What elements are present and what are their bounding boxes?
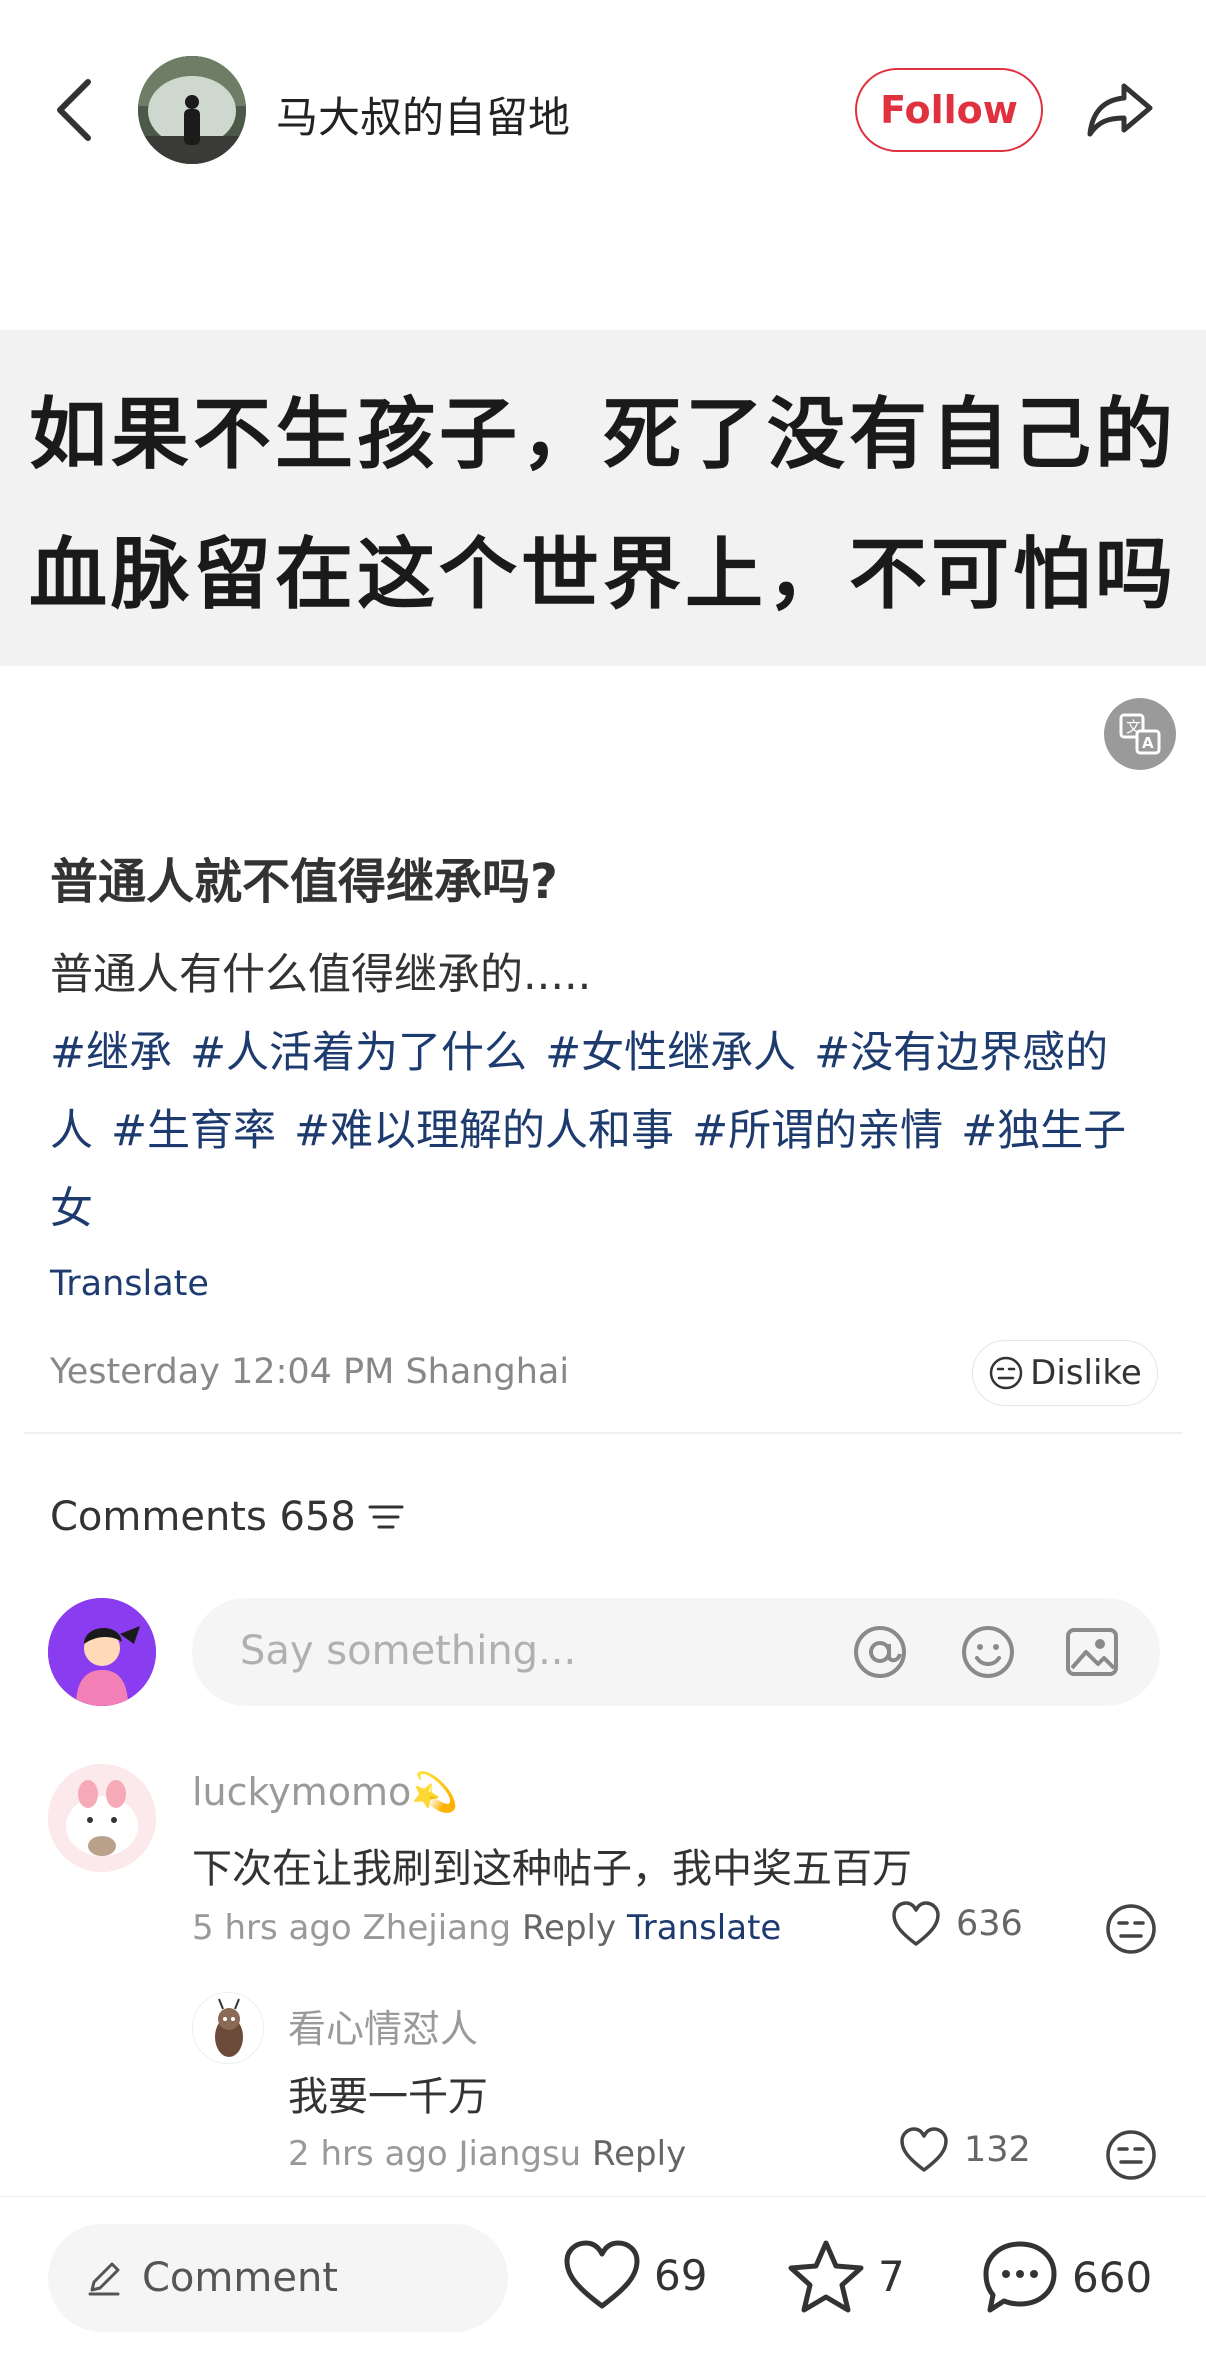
star-icon — [788, 2240, 864, 2313]
divider — [24, 1432, 1182, 1434]
post-tags: #继承 #人活着为了什么 #女性继承人 #没有边界感的人 #生育率 #难以理解的人和事 #所… — [50, 1014, 1160, 1248]
image-icon[interactable] — [1062, 1622, 1122, 1682]
translate-post-link[interactable]: Translate — [50, 1264, 209, 1304]
commenter-avatar[interactable] — [192, 1992, 264, 2064]
bottom-comment-label: Comment — [142, 2255, 338, 2301]
author-avatar[interactable] — [138, 56, 246, 164]
bottom-comment-input[interactable]: Comment — [48, 2224, 508, 2332]
post-comments-count: 660 — [1072, 2252, 1153, 2302]
reply-link[interactable]: Reply — [522, 1908, 616, 1948]
translate-image-button[interactable]: 文 A — [1104, 698, 1176, 770]
heart-icon — [892, 1901, 940, 1946]
heart-icon — [900, 2127, 948, 2172]
translate-comment-link[interactable]: Translate — [627, 1908, 781, 1948]
hashtag[interactable]: #难以理解的人和事 — [294, 1106, 674, 1156]
my-avatar-image — [48, 1598, 156, 1706]
comment-time-location: 5 hrs ago Zhejiang — [192, 1908, 512, 1948]
comments-header: Comments 658 — [50, 1494, 404, 1540]
hashtag[interactable]: #继承 — [50, 1028, 172, 1078]
post-body: 普通人有什么值得继承的..... — [50, 950, 592, 1000]
share-icon — [1087, 83, 1153, 137]
chevron-left-icon — [57, 79, 91, 141]
post-meta: Yesterday 12:04 PM Shanghai — [50, 1352, 570, 1392]
comment-like-button[interactable]: 636 — [890, 1900, 1023, 1948]
post-comments-button[interactable]: 660 — [980, 2238, 1152, 2316]
comment-like-count: 636 — [956, 1904, 1023, 1944]
comment-username[interactable]: luckymomo💫 — [192, 1770, 459, 1815]
comment-like-count: 132 — [964, 2130, 1031, 2170]
hashtag[interactable]: #人活着为了什么 — [190, 1028, 527, 1078]
comment-meta: 2 hrs ago Jiangsu Reply — [288, 2134, 686, 2174]
comment-input-placeholder: Say something... — [240, 1628, 577, 1674]
commenter-avatar-image — [193, 1993, 263, 2063]
pencil-icon — [88, 2262, 120, 2296]
post-collect-button[interactable]: 7 — [786, 2238, 905, 2314]
neutral-face-icon[interactable] — [1104, 2128, 1158, 2182]
comment-meta: 5 hrs ago Zhejiang Reply Translate — [192, 1908, 781, 1948]
author-name[interactable]: 马大叔的自留地 — [276, 84, 570, 145]
post-collect-count: 7 — [878, 2251, 905, 2301]
comment-text: 下次在让我刷到这种帖子，我中奖五百万 — [192, 1846, 912, 1892]
comments-count-label: Comments 658 — [50, 1494, 356, 1540]
author-avatar-image — [138, 56, 246, 164]
post-like-button[interactable]: 69 — [562, 2238, 707, 2312]
back-button[interactable] — [44, 70, 104, 150]
follow-button[interactable]: Follow — [855, 68, 1043, 152]
chat-bubble-icon — [983, 2241, 1057, 2313]
post-like-count: 69 — [654, 2250, 708, 2300]
heart-icon — [564, 2240, 640, 2309]
hashtag[interactable]: #女性继承人 — [545, 1028, 796, 1078]
svg-text:A: A — [1142, 734, 1154, 752]
at-icon[interactable] — [850, 1622, 910, 1682]
hashtag[interactable]: #生育率 — [111, 1106, 276, 1156]
dislike-button[interactable]: Dislike — [972, 1340, 1158, 1406]
comment-like-button[interactable]: 132 — [898, 2126, 1031, 2174]
comment-username[interactable]: 看心情怼人 — [288, 1998, 478, 2053]
smile-icon[interactable] — [958, 1622, 1018, 1682]
my-avatar[interactable] — [48, 1598, 156, 1706]
neutral-face-icon[interactable] — [1104, 1902, 1158, 1956]
comment-time-location: 2 hrs ago Jiangsu — [288, 2134, 582, 2174]
commenter-avatar[interactable] — [48, 1764, 156, 1872]
dislike-label: Dislike — [1030, 1353, 1142, 1393]
hashtag[interactable]: #所谓的亲情 — [692, 1106, 943, 1156]
post-image-text-line1: 如果不生孩子，死了没有自己的 — [28, 390, 1177, 480]
post-image[interactable]: 如果不生孩子，死了没有自己的 血脉留在这个世界上，不可怕吗 — [0, 330, 1206, 666]
post-image-text-line2: 血脉留在这个世界上，不可怕吗 — [28, 530, 1177, 620]
reply-link[interactable]: Reply — [592, 2134, 686, 2174]
commenter-avatar-image — [48, 1764, 156, 1872]
neutral-face-icon — [989, 1356, 1023, 1390]
post-title: 普通人就不值得继承吗? — [50, 854, 558, 910]
comment-text: 我要一千万 — [288, 2074, 488, 2120]
filter-icon[interactable] — [368, 1502, 404, 1532]
translate-icon: 文 A — [1119, 713, 1161, 755]
share-button[interactable] — [1082, 72, 1158, 148]
